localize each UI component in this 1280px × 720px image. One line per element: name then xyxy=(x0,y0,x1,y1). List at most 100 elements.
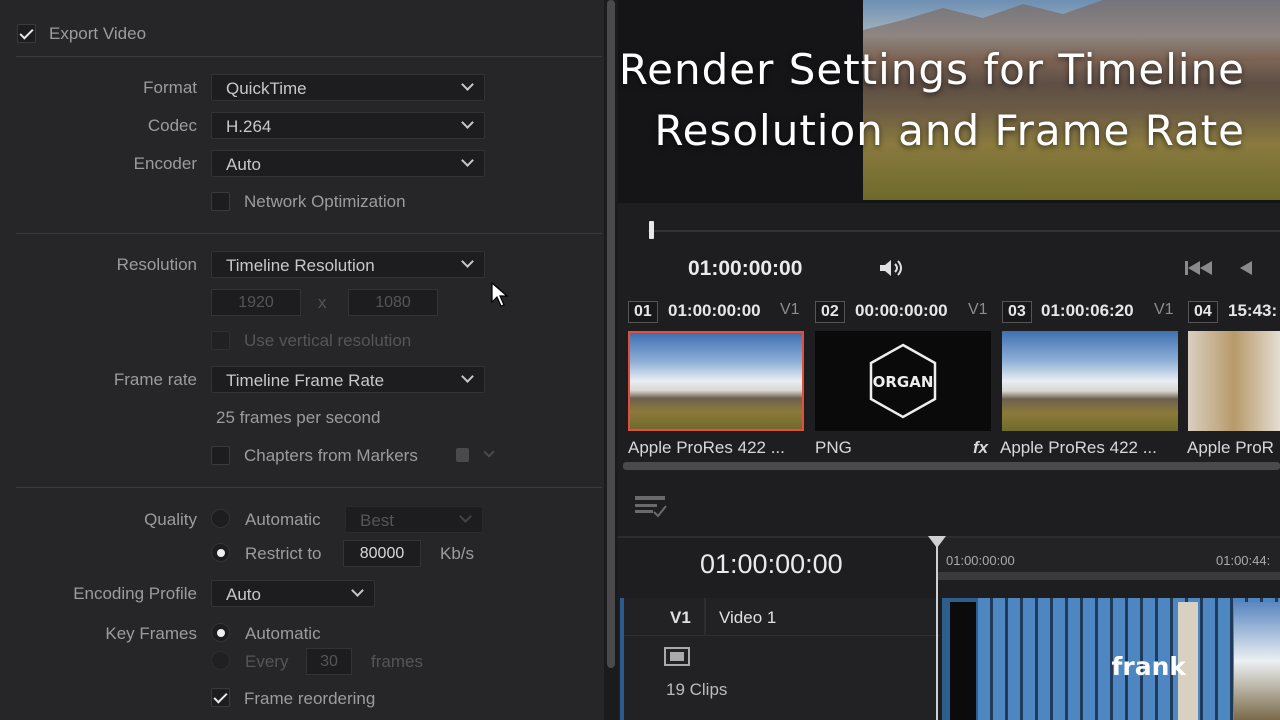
frame-rate-info: 25 frames per second xyxy=(216,408,381,427)
clip-name: PNG xyxy=(815,438,852,457)
scrubber-track[interactable] xyxy=(648,230,1280,232)
chevron-down-icon[interactable] xyxy=(483,446,495,458)
viewer: Render Settings for Timeline Resolution … xyxy=(618,0,1280,203)
quality-automatic-radio[interactable] xyxy=(211,509,230,528)
ruler-end-label: 01:00:44: xyxy=(1216,553,1271,568)
vertical-resolution-checkbox[interactable] xyxy=(211,331,230,350)
clip-number: 04 xyxy=(1188,301,1218,323)
encoder-value: Auto xyxy=(226,155,261,174)
frame-reordering-label: Frame reordering xyxy=(244,689,376,708)
width-input[interactable]: 1920 xyxy=(211,289,301,316)
height-input[interactable]: 1080 xyxy=(348,289,438,316)
clip-track: V1 xyxy=(1154,301,1174,318)
clip-thumbnail[interactable] xyxy=(1188,331,1280,431)
fx-icon: fx xyxy=(973,438,989,457)
clip-thumbnail-selected[interactable] xyxy=(628,331,804,431)
frame-rate-value: Timeline Frame Rate xyxy=(226,371,385,390)
chevron-down-icon xyxy=(461,116,474,129)
encoding-profile-select[interactable]: Auto xyxy=(211,580,375,607)
resolution-label: Resolution xyxy=(116,255,197,274)
resolution-value: Timeline Resolution xyxy=(226,256,375,275)
format-select[interactable]: QuickTime xyxy=(211,74,485,101)
quality-label: Quality xyxy=(144,510,197,529)
mouse-cursor-icon xyxy=(491,282,509,307)
skip-to-start-icon[interactable] xyxy=(1184,259,1214,277)
resolution-select[interactable]: Timeline Resolution xyxy=(211,251,485,278)
divider xyxy=(16,233,602,234)
export-video-checkbox[interactable] xyxy=(17,24,36,43)
keyframes-every-input[interactable]: 30 xyxy=(306,648,352,675)
encoding-profile-value: Auto xyxy=(226,585,261,604)
quality-best-value: Best xyxy=(360,511,395,530)
timeline-clip-image[interactable] xyxy=(1234,602,1280,720)
chevron-down-icon xyxy=(459,510,472,523)
bitrate-input[interactable]: 80000 xyxy=(343,540,421,567)
clip-name: Apple ProR xyxy=(1187,438,1274,457)
ruler-start-label: 01:00:00:00 xyxy=(946,553,1015,568)
encoder-select[interactable]: Auto xyxy=(211,150,485,177)
divider xyxy=(16,56,602,57)
clip-strip-scrollbar[interactable] xyxy=(623,462,1280,470)
track-id: V1 xyxy=(670,608,691,627)
network-optimization-checkbox[interactable] xyxy=(211,192,230,211)
keyframes-every-radio[interactable] xyxy=(211,651,230,670)
timeline-playhead[interactable] xyxy=(936,540,938,720)
organ-logo-icon: ORGAN xyxy=(869,343,937,419)
encoder-label: Encoder xyxy=(133,154,197,173)
clip-timecode: 15:43: xyxy=(1228,301,1278,320)
export-video-label: Export Video xyxy=(49,24,147,43)
chapters-label: Chapters from Markers xyxy=(244,446,418,465)
viewer-and-timeline: Render Settings for Timeline Resolution … xyxy=(618,0,1280,720)
viewer-playhead[interactable] xyxy=(649,221,654,239)
clip-timecode: 01:00:06:20 xyxy=(1041,301,1134,320)
encoding-profile-label: Encoding Profile xyxy=(73,584,197,603)
format-label: Format xyxy=(143,78,197,97)
clip-track: V1 xyxy=(968,301,988,318)
bitrate-unit: Kb/s xyxy=(440,544,475,563)
settings-scrollbar[interactable] xyxy=(604,0,618,720)
x-label: x xyxy=(318,293,327,312)
watermark: frank xyxy=(1111,652,1187,681)
track-divider xyxy=(704,598,706,636)
track-name[interactable]: Video 1 xyxy=(719,608,776,628)
vertical-resolution-label: Use vertical resolution xyxy=(244,331,412,350)
clip-number: 03 xyxy=(1002,301,1032,323)
quality-restrict-label: Restrict to xyxy=(245,544,322,563)
clip-name: Apple ProRes 422 ... xyxy=(1000,438,1157,457)
timeline-view-options-icon[interactable] xyxy=(634,494,668,520)
format-value: QuickTime xyxy=(226,79,307,98)
volume-icon[interactable] xyxy=(878,258,904,278)
timeline-ruler-bar xyxy=(938,572,1280,580)
keyframes-automatic-label: Automatic xyxy=(245,624,321,643)
frame-reordering-checkbox[interactable] xyxy=(211,688,230,707)
scrollbar-thumb[interactable] xyxy=(607,0,615,668)
clip-timecode: 00:00:00:00 xyxy=(855,301,948,320)
divider xyxy=(16,487,602,488)
quality-automatic-label: Automatic xyxy=(245,510,321,529)
frame-rate-select[interactable]: Timeline Frame Rate xyxy=(211,366,485,393)
timeline-clip-dark[interactable] xyxy=(950,602,976,720)
timeline-timecode: 01:00:00:00 xyxy=(700,549,843,579)
clip-name: Apple ProRes 422 ... xyxy=(628,438,785,457)
clip-thumbnail[interactable]: ORGAN xyxy=(815,331,991,431)
frame-rate-label: Frame rate xyxy=(113,370,197,389)
clip-track: V1 xyxy=(780,301,800,318)
codec-select[interactable]: H.264 xyxy=(211,112,485,139)
keyframes-automatic-radio[interactable] xyxy=(211,623,230,642)
marker-color-icon[interactable] xyxy=(456,448,469,462)
codec-value: H.264 xyxy=(226,117,272,136)
quality-restrict-radio[interactable] xyxy=(211,543,230,562)
keyframes-frames-label: frames xyxy=(371,652,423,671)
chapters-checkbox[interactable] xyxy=(211,446,230,465)
clip-count: 19 Clips xyxy=(666,680,728,699)
keyframes-every-label: Every xyxy=(245,652,289,671)
codec-label: Codec xyxy=(147,116,197,135)
clip-thumbnail[interactable] xyxy=(1002,331,1178,431)
clip-timecode: 01:00:00:00 xyxy=(668,301,761,320)
quality-best-select[interactable]: Best xyxy=(345,506,483,533)
organ-logo-text: ORGAN xyxy=(873,373,934,391)
chevron-down-icon xyxy=(461,154,474,167)
render-screen: Export Video Format QuickTime Codec H.26… xyxy=(0,0,1280,720)
clip-number: 02 xyxy=(815,301,845,323)
play-reverse-icon[interactable] xyxy=(1238,259,1254,277)
